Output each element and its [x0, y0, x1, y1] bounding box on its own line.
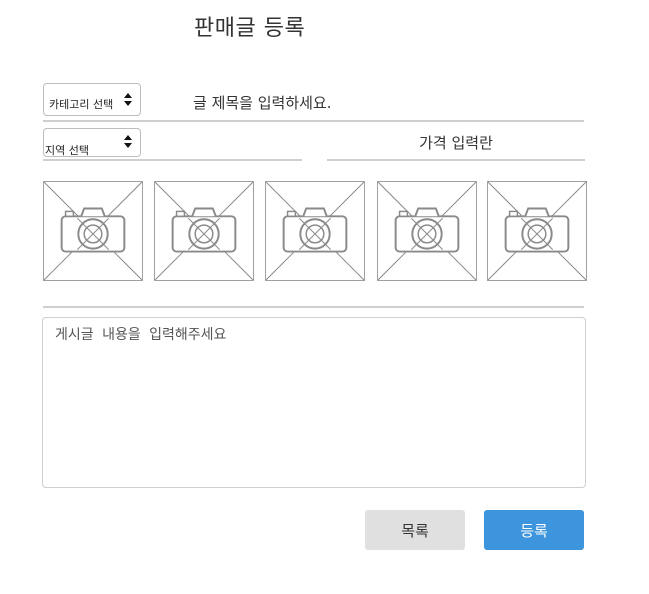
region-underline	[43, 159, 302, 161]
camera-icon	[44, 182, 142, 280]
camera-icon	[378, 182, 476, 280]
region-select[interactable]: 지역 선택	[43, 128, 141, 157]
photo-upload-slot-1[interactable]	[43, 181, 143, 281]
photo-upload-slot-3[interactable]	[265, 181, 365, 281]
price-input[interactable]	[327, 127, 585, 161]
camera-icon	[155, 182, 253, 280]
category-select[interactable]: 카테고리 선택	[43, 83, 141, 116]
submit-button[interactable]: 등록	[484, 510, 584, 550]
page-title: 판매글 등록	[194, 16, 306, 41]
category-select-label: 카테고리 선택	[49, 98, 114, 111]
camera-icon	[266, 182, 364, 280]
photo-upload-slot-5[interactable]	[487, 181, 587, 281]
list-button[interactable]: 목록	[365, 510, 465, 550]
sort-arrows-icon	[124, 93, 132, 106]
content-textarea[interactable]	[42, 317, 586, 488]
photo-upload-slot-2[interactable]	[154, 181, 254, 281]
section-divider	[43, 306, 584, 308]
region-select-label: 지역 선택	[45, 144, 89, 157]
sort-arrows-icon	[124, 135, 132, 148]
camera-icon	[488, 182, 586, 280]
photo-upload-slot-4[interactable]	[377, 181, 477, 281]
